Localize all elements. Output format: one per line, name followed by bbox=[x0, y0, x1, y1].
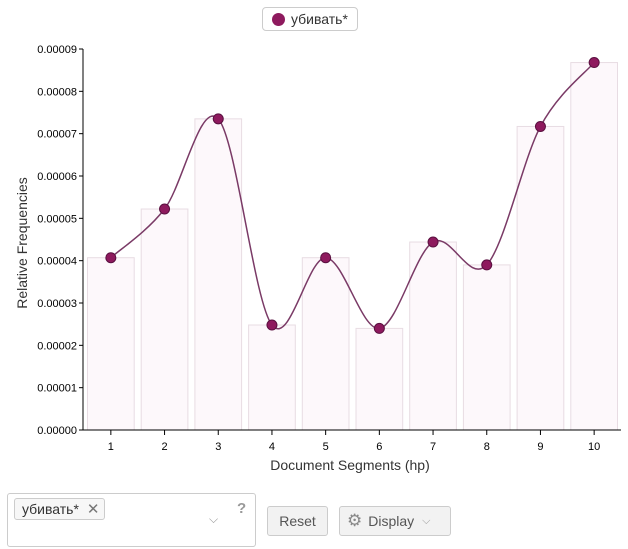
y-tick-label: 0.00002 bbox=[37, 340, 77, 352]
data-point[interactable] bbox=[427, 236, 439, 248]
data-point[interactable] bbox=[320, 252, 332, 264]
data-point[interactable] bbox=[266, 319, 278, 331]
x-tick-label: 3 bbox=[215, 441, 221, 453]
chart: 0.00000 0.00001 0.00002 0.00003 0.00004 0.000… bbox=[14, 44, 621, 473]
bar[interactable] bbox=[409, 241, 457, 431]
x-tick-label: 2 bbox=[161, 441, 167, 453]
data-point[interactable] bbox=[159, 203, 171, 215]
help-icon[interactable]: ? bbox=[237, 500, 246, 517]
x-tick-label: 9 bbox=[537, 441, 543, 453]
y-tick-label: 0.00008 bbox=[37, 86, 77, 98]
bar[interactable] bbox=[301, 257, 350, 431]
bar[interactable] bbox=[248, 324, 296, 431]
data-point[interactable] bbox=[588, 57, 600, 69]
x-tick-label: 4 bbox=[269, 441, 275, 453]
legend-item[interactable]: убивать* bbox=[262, 7, 358, 31]
x-tick-label: 7 bbox=[430, 441, 436, 453]
y-tick-label: 0.00007 bbox=[37, 129, 77, 141]
y-tick-label: 0.00004 bbox=[37, 256, 77, 268]
y-tick-label: 0.00001 bbox=[37, 383, 77, 395]
bars-group bbox=[87, 62, 618, 431]
x-tick-label: 8 bbox=[484, 441, 490, 453]
y-tick-label: 0.00009 bbox=[37, 44, 77, 56]
chevron-down-icon: ⌵ bbox=[422, 514, 431, 527]
y-tick-label: 0.00003 bbox=[37, 298, 77, 310]
legend-label: убивать* bbox=[291, 11, 348, 27]
data-point[interactable] bbox=[534, 120, 546, 132]
bar[interactable] bbox=[570, 62, 618, 431]
remove-term-icon[interactable]: ✕ bbox=[87, 502, 100, 517]
y-axis-title: Relative Frequencies bbox=[14, 177, 30, 309]
y-tick-label: 0.00005 bbox=[37, 213, 77, 225]
bar[interactable] bbox=[355, 327, 404, 431]
x-tick-label: 10 bbox=[588, 441, 600, 453]
term-tag-label: убивать* bbox=[22, 501, 79, 517]
x-axis-title: Document Segments (hp) bbox=[270, 457, 430, 473]
x-tick-label: 5 bbox=[323, 441, 329, 453]
display-button-label: Display bbox=[368, 513, 415, 529]
bar[interactable] bbox=[140, 208, 189, 431]
y-tick-label: 0.00000 bbox=[37, 425, 77, 437]
x-tick-label: 6 bbox=[376, 441, 382, 453]
bar[interactable] bbox=[462, 264, 511, 431]
chevron-down-icon[interactable]: ⌵ bbox=[209, 512, 218, 527]
reset-button-label: Reset bbox=[279, 513, 316, 529]
display-button[interactable]: ⚙ Display ⌵ bbox=[339, 506, 451, 536]
data-point[interactable] bbox=[481, 259, 493, 271]
data-point[interactable] bbox=[373, 322, 385, 334]
term-select[interactable]: убивать* ✕ ⌵ ? bbox=[7, 493, 256, 547]
reset-button[interactable]: Reset bbox=[267, 506, 328, 536]
term-tag: убивать* ✕ bbox=[14, 498, 105, 520]
x-tick-label: 1 bbox=[108, 441, 114, 453]
gear-icon: ⚙ bbox=[347, 511, 363, 530]
y-tick-label: 0.00006 bbox=[37, 171, 77, 183]
data-point[interactable] bbox=[212, 113, 224, 125]
bar[interactable] bbox=[516, 125, 565, 431]
data-point[interactable] bbox=[105, 252, 117, 264]
legend-marker bbox=[272, 12, 285, 26]
bar[interactable] bbox=[87, 257, 135, 431]
